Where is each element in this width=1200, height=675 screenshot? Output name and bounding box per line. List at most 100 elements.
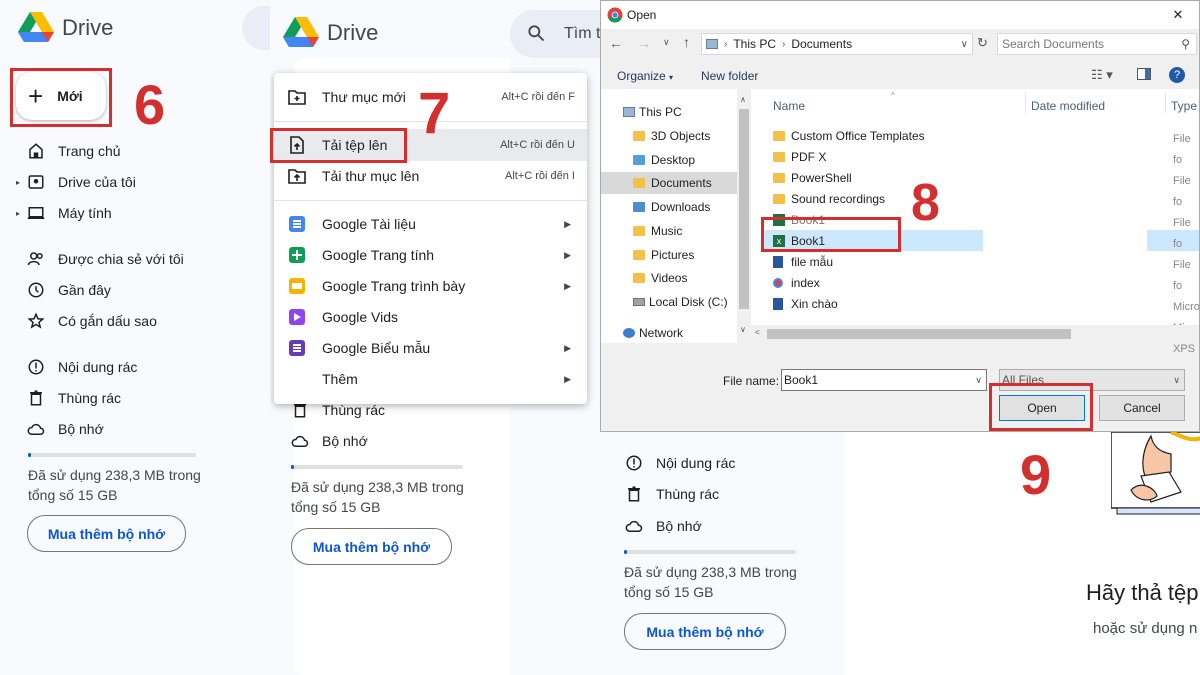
storage-bar [624, 550, 796, 554]
drive-sidebar-step6: Drive + Mới 6 Trang chủ ▸ Drive của tôi … [0, 0, 270, 675]
refresh-icon[interactable]: ↻ [977, 35, 988, 51]
scroll-up-icon[interactable]: ∧ [740, 95, 746, 104]
view-options-icon[interactable]: ☷ ▾ [1091, 67, 1113, 83]
drive-logo[interactable]: Drive [18, 12, 113, 44]
scroll-thumb[interactable] [767, 329, 1071, 339]
horizontal-scrollbar[interactable]: < [751, 325, 1199, 343]
nav-storage[interactable]: Bộ nhớ [290, 427, 368, 455]
tree-item-videos[interactable]: Videos [601, 267, 751, 289]
new-button[interactable]: + Mới [16, 72, 106, 120]
nav-storage[interactable]: Bộ nhớ [26, 415, 104, 443]
file-name-input[interactable]: Book1 ∨ [781, 369, 987, 391]
chevron-down-icon[interactable]: ∨ [1173, 370, 1180, 390]
search-field[interactable]: Search Documents ⚲ [997, 33, 1197, 55]
tree-item-3d-objects[interactable]: 3D Objects [601, 125, 751, 147]
tree-item-downloads[interactable]: Downloads [601, 196, 751, 218]
step-number-6: 6 [134, 73, 166, 136]
this-pc-icon [706, 39, 718, 49]
nav-label: Drive của tôi [58, 174, 136, 190]
file-row[interactable]: PowerShell [773, 168, 852, 188]
drive-logo[interactable]: Drive [283, 17, 378, 49]
path-this-pc[interactable]: This PC [733, 37, 776, 51]
nav-starred[interactable]: Có gắn dấu sao [26, 307, 157, 335]
tree-label: This PC [639, 105, 682, 119]
file-name: Custom Office Templates [791, 129, 925, 143]
help-icon[interactable]: ? [1169, 67, 1185, 83]
address-bar[interactable]: › This PC › Documents ∨ [701, 33, 973, 55]
path-documents[interactable]: Documents [791, 37, 852, 51]
expand-caret-icon[interactable]: ▸ [16, 209, 26, 218]
recent-locations-icon[interactable]: ∨ [663, 37, 670, 48]
file-row[interactable]: Sound recordings [773, 189, 885, 209]
nav-trash[interactable]: Thùng rác [624, 480, 719, 508]
new-folder-button[interactable]: New folder [701, 69, 758, 83]
buy-storage-button[interactable]: Mua thêm bộ nhớ [624, 613, 786, 650]
tree-item-this-pc[interactable]: This PC [601, 101, 751, 123]
file-type: File fo [1173, 133, 1191, 166]
file-row[interactable]: file mẫu [773, 252, 833, 272]
buy-storage-button[interactable]: Mua thêm bộ nhớ [291, 528, 452, 565]
nav-my-drive[interactable]: ▸ Drive của tôi [16, 168, 136, 196]
google-vids-icon [288, 308, 306, 326]
scroll-left-icon[interactable]: < [755, 328, 760, 337]
drive-logo-icon [18, 12, 54, 42]
tree-item-desktop[interactable]: Desktop [601, 149, 751, 171]
nav-spam[interactable]: Nội dung rác [26, 353, 137, 381]
scroll-down-icon[interactable]: ∨ [740, 325, 746, 334]
new-folder-icon [288, 88, 306, 106]
open-file-dialog: Open ✕ ← → ∨ ↑ › This PC › Documents ∨ ↻… [600, 0, 1200, 432]
preview-pane-icon[interactable] [1137, 68, 1151, 80]
menu-item-more[interactable]: Thêm ▶ [274, 363, 587, 395]
menu-item-google-sheets[interactable]: Google Trang tính ▶ [274, 239, 587, 271]
tree-item-documents[interactable]: Documents [601, 172, 737, 194]
menu-item-google-slides[interactable]: Google Trang trình bày ▶ [274, 270, 587, 302]
nav-recent[interactable]: Gần đây [26, 276, 111, 304]
folder-icon [633, 226, 645, 236]
search-placeholder: Tìm tr [564, 25, 600, 42]
nav-storage[interactable]: Bộ nhớ [624, 512, 702, 540]
tree-item-music[interactable]: Music [601, 220, 751, 242]
search-bar-edge[interactable] [242, 6, 270, 50]
close-icon[interactable]: ✕ [1155, 1, 1199, 29]
nav-label: Bộ nhớ [58, 421, 104, 437]
tree-item-local-disk[interactable]: Local Disk (C:) [601, 291, 751, 313]
organize-button[interactable]: Organize ▾ [617, 69, 673, 83]
menu-item-folder-upload[interactable]: Tải thư mục lên Alt+C rồi đến I [274, 160, 587, 192]
up-arrow-icon[interactable]: ↑ [683, 34, 690, 50]
file-name-value: Book1 [784, 373, 819, 387]
tree-label: Documents [651, 176, 712, 190]
chevron-down-icon[interactable]: ∨ [975, 370, 982, 390]
nav-shared[interactable]: Được chia sẻ với tôi [26, 245, 184, 273]
tree-item-pictures[interactable]: Pictures [601, 244, 751, 266]
chevron-down-icon[interactable]: ∨ [961, 39, 968, 50]
expand-caret-icon[interactable]: ▸ [16, 178, 26, 187]
buy-storage-button[interactable]: Mua thêm bộ nhớ [27, 515, 186, 552]
folder-icon [633, 155, 645, 165]
nav-computers[interactable]: ▸ Máy tính [16, 199, 112, 227]
tree-scrollbar[interactable]: ∧ ∨ [737, 89, 751, 343]
column-type[interactable]: Type [1171, 99, 1197, 113]
menu-item-google-vids[interactable]: Google Vids [274, 301, 587, 333]
nav-label: Được chia sẻ với tôi [58, 251, 184, 267]
column-name[interactable]: Name [773, 99, 805, 113]
nav-label: Thùng rác [656, 486, 720, 502]
menu-item-google-forms[interactable]: Google Biểu mẫu ▶ [274, 332, 587, 364]
file-row[interactable]: index [773, 273, 820, 293]
nav-spam[interactable]: Nội dung rác [624, 449, 735, 477]
scroll-thumb[interactable] [739, 109, 749, 309]
column-date[interactable]: Date modified [1031, 99, 1105, 113]
step-number-8: 8 [911, 174, 940, 232]
file-row[interactable]: PDF X [773, 147, 826, 167]
forward-arrow-icon[interactable]: → [637, 35, 651, 51]
menu-item-label: Google Tài liệu [322, 216, 416, 232]
menu-item-google-docs[interactable]: Google Tài liệu ▶ [274, 208, 587, 240]
nav-trash[interactable]: Thùng rác [26, 384, 121, 412]
nav-home[interactable]: Trang chủ [26, 137, 121, 165]
cancel-button[interactable]: Cancel [1099, 395, 1185, 421]
google-docs-icon [288, 215, 306, 233]
search-bar[interactable]: Tìm tr [510, 10, 600, 58]
file-row[interactable]: Xin chào [773, 294, 838, 314]
back-arrow-icon[interactable]: ← [609, 35, 623, 51]
tree-item-network[interactable]: Network [601, 322, 751, 344]
file-row[interactable]: Custom Office Templates [773, 126, 925, 146]
